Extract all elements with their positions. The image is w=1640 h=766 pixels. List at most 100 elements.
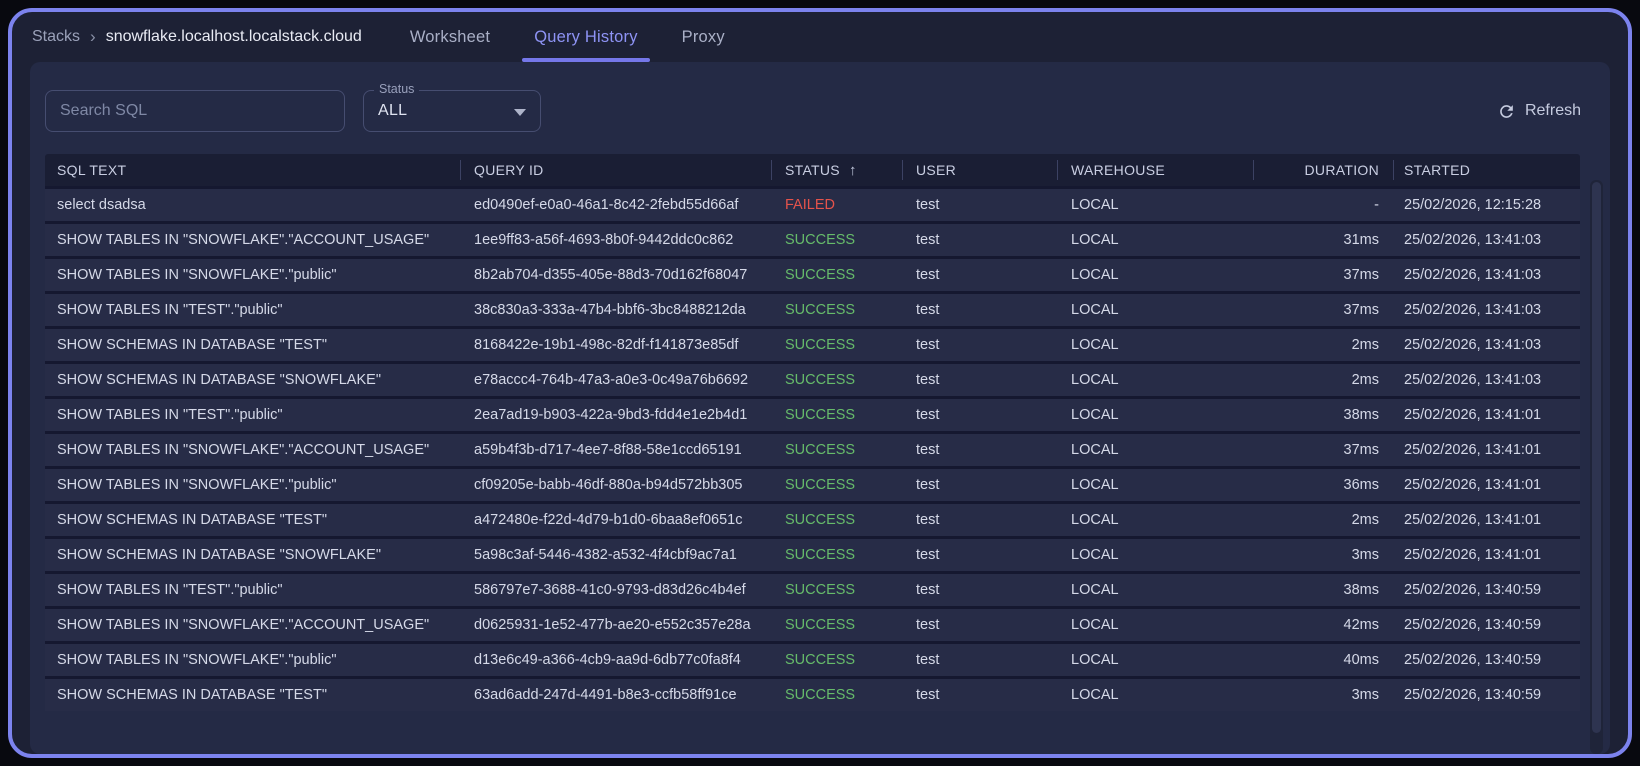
cell-sql-text: SHOW TABLES IN "SNOWFLAKE"."public": [57, 267, 337, 283]
table-row[interactable]: SHOW TABLES IN "SNOWFLAKE"."public" 8b2a…: [45, 256, 1580, 291]
table-row[interactable]: SHOW SCHEMAS IN DATABASE "TEST" 63ad6add…: [45, 676, 1580, 711]
vertical-scrollbar[interactable]: [1590, 180, 1603, 754]
cell-status: SUCCESS: [785, 267, 856, 283]
query-history-table: SQL TEXT QUERY ID STATUS ↑ USER WAREHOUS…: [45, 154, 1580, 711]
cell-sql-text: SHOW TABLES IN "SNOWFLAKE"."ACCOUNT_USAG…: [57, 442, 430, 458]
breadcrumb-stacks-link[interactable]: Stacks: [32, 28, 80, 46]
status-filter-select[interactable]: Status ALL: [363, 82, 541, 132]
breadcrumb-current-stack: snowflake.localhost.localstack.cloud: [105, 28, 362, 45]
tab-proxy[interactable]: Proxy: [670, 12, 737, 62]
cell-user: test: [916, 197, 940, 213]
cell-status: SUCCESS: [785, 477, 856, 493]
tab-worksheet[interactable]: Worksheet: [398, 12, 502, 62]
table-row[interactable]: SHOW SCHEMAS IN DATABASE "TEST" 8168422e…: [45, 326, 1580, 361]
cell-duration: 38ms: [1343, 407, 1379, 423]
cell-warehouse: LOCAL: [1071, 302, 1119, 318]
search-sql-input[interactable]: [45, 90, 345, 132]
cell-duration: 42ms: [1343, 617, 1379, 633]
cell-user: test: [916, 547, 940, 563]
cell-started: 25/02/2026, 13:41:01: [1404, 442, 1542, 458]
cell-status: SUCCESS: [785, 617, 856, 633]
column-header-started[interactable]: STARTED: [1393, 154, 1580, 186]
cell-duration: 37ms: [1343, 442, 1379, 458]
cell-started: 25/02/2026, 13:41:01: [1404, 512, 1542, 528]
column-header-user[interactable]: USER: [902, 154, 1057, 186]
table-row[interactable]: SHOW TABLES IN "TEST"."public" 586797e7-…: [45, 571, 1580, 606]
top-bar: Stacks › snowflake.localhost.localstack.…: [12, 12, 1628, 62]
cell-user: test: [916, 582, 940, 598]
cell-user: test: [916, 267, 940, 283]
table-row[interactable]: SHOW TABLES IN "SNOWFLAKE"."ACCOUNT_USAG…: [45, 606, 1580, 641]
cell-query-id: 5a98c3af-5446-4382-a532-4f4cbf9ac7a1: [474, 547, 737, 563]
cell-query-id: a472480e-f22d-4d79-b1d0-6baa8ef0651c: [474, 512, 743, 528]
cell-status: SUCCESS: [785, 337, 856, 353]
table-row[interactable]: SHOW TABLES IN "TEST"."public" 38c830a3-…: [45, 291, 1580, 326]
column-header-sql-text[interactable]: SQL TEXT: [45, 154, 460, 186]
cell-duration: 37ms: [1343, 302, 1379, 318]
cell-started: 25/02/2026, 13:40:59: [1404, 652, 1542, 668]
cell-user: test: [916, 407, 940, 423]
cell-sql-text: SHOW SCHEMAS IN DATABASE "TEST": [57, 337, 327, 353]
cell-duration: 2ms: [1351, 337, 1379, 353]
cell-status: SUCCESS: [785, 442, 856, 458]
cell-started: 25/02/2026, 12:15:28: [1404, 197, 1542, 213]
table-row[interactable]: SHOW TABLES IN "SNOWFLAKE"."ACCOUNT_USAG…: [45, 221, 1580, 256]
table-row[interactable]: SHOW TABLES IN "TEST"."public" 2ea7ad19-…: [45, 396, 1580, 431]
cell-user: test: [916, 232, 940, 248]
table-header-row: SQL TEXT QUERY ID STATUS ↑ USER WAREHOUS…: [45, 154, 1580, 186]
table-row[interactable]: SHOW TABLES IN "SNOWFLAKE"."public" cf09…: [45, 466, 1580, 501]
cell-sql-text: SHOW TABLES IN "SNOWFLAKE"."public": [57, 477, 337, 493]
tab-worksheet-label: Worksheet: [409, 27, 491, 46]
table-row[interactable]: SHOW SCHEMAS IN DATABASE "SNOWFLAKE" 5a9…: [45, 536, 1580, 571]
cell-user: test: [916, 512, 940, 528]
tab-query-history[interactable]: Query History: [522, 12, 651, 62]
cell-warehouse: LOCAL: [1071, 477, 1119, 493]
cell-query-id: a59b4f3b-d717-4ee7-8f88-58e1ccd65191: [474, 442, 742, 458]
cell-duration: 37ms: [1343, 267, 1379, 283]
cell-started: 25/02/2026, 13:41:01: [1404, 547, 1542, 563]
table-row[interactable]: SHOW TABLES IN "SNOWFLAKE"."ACCOUNT_USAG…: [45, 431, 1580, 466]
cell-sql-text: SHOW SCHEMAS IN DATABASE "TEST": [57, 687, 327, 703]
column-header-status[interactable]: STATUS ↑: [771, 154, 902, 186]
table-row[interactable]: SHOW SCHEMAS IN DATABASE "TEST" a472480e…: [45, 501, 1580, 536]
cell-query-id: 2ea7ad19-b903-422a-9bd3-fdd4e1e2b4d1: [474, 407, 748, 423]
cell-duration: 2ms: [1351, 512, 1379, 528]
cell-status: SUCCESS: [785, 407, 856, 423]
table-row[interactable]: select dsadsa ed0490ef-e0a0-46a1-8c42-2f…: [45, 186, 1580, 221]
chevron-down-icon: [514, 109, 526, 116]
cell-duration: 2ms: [1351, 372, 1379, 388]
cell-user: test: [916, 617, 940, 633]
app-frame: Stacks › snowflake.localhost.localstack.…: [8, 8, 1632, 758]
cell-status: SUCCESS: [785, 687, 856, 703]
table-row[interactable]: SHOW SCHEMAS IN DATABASE "SNOWFLAKE" e78…: [45, 361, 1580, 396]
cell-query-id: 8b2ab704-d355-405e-88d3-70d162f68047: [474, 267, 748, 283]
controls-row: Status ALL Refresh: [45, 82, 1595, 132]
cell-warehouse: LOCAL: [1071, 512, 1119, 528]
tab-query-history-label: Query History: [534, 27, 638, 46]
column-header-warehouse[interactable]: WAREHOUSE: [1057, 154, 1253, 186]
cell-user: test: [916, 687, 940, 703]
cell-status: SUCCESS: [785, 512, 856, 528]
cell-started: 25/02/2026, 13:40:59: [1404, 617, 1542, 633]
cell-status: SUCCESS: [785, 582, 856, 598]
cell-status: SUCCESS: [785, 547, 856, 563]
cell-query-id: 63ad6add-247d-4491-b8e3-ccfb58ff91ce: [474, 687, 737, 703]
sort-ascending-icon[interactable]: ↑: [849, 162, 857, 179]
cell-duration: 3ms: [1351, 547, 1379, 563]
cell-user: test: [916, 372, 940, 388]
refresh-button[interactable]: Refresh: [1497, 102, 1581, 121]
cell-warehouse: LOCAL: [1071, 442, 1119, 458]
breadcrumb-separator: ›: [90, 27, 96, 46]
cell-query-id: 1ee9ff83-a56f-4693-8b0f-9442ddc0c862: [474, 232, 734, 248]
table-row[interactable]: SHOW TABLES IN "SNOWFLAKE"."public" d13e…: [45, 641, 1580, 676]
cell-warehouse: LOCAL: [1071, 687, 1119, 703]
scrollbar-thumb[interactable]: [1592, 182, 1601, 734]
cell-query-id: d13e6c49-a366-4cb9-aa9d-6db77c0fa8f4: [474, 652, 741, 668]
column-header-duration[interactable]: DURATION: [1253, 154, 1393, 186]
cell-sql-text: SHOW TABLES IN "SNOWFLAKE"."ACCOUNT_USAG…: [57, 232, 430, 248]
cell-sql-text: SHOW TABLES IN "SNOWFLAKE"."ACCOUNT_USAG…: [57, 617, 430, 633]
cell-warehouse: LOCAL: [1071, 582, 1119, 598]
cell-sql-text: SHOW TABLES IN "TEST"."public": [57, 302, 283, 318]
column-header-query-id[interactable]: QUERY ID: [460, 154, 771, 186]
cell-warehouse: LOCAL: [1071, 267, 1119, 283]
